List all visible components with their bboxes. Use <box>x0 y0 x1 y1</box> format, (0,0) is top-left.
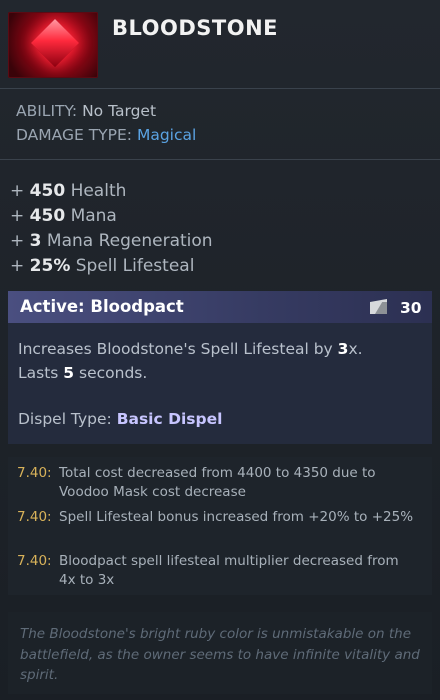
ability-line: ABILITY: No Target <box>16 99 196 123</box>
bloodstone-gem-icon <box>8 12 98 78</box>
patch-note-text: Bloodpact spell lifesteal multiplier dec… <box>59 553 399 588</box>
stat-label: Health <box>70 181 127 201</box>
desc-text: Increases Bloodstone's Spell Lifesteal b… <box>18 340 338 358</box>
stat-row: + 25% Spell Lifesteal <box>10 254 213 279</box>
patch-version: 7.40: <box>17 553 52 569</box>
active-ability-description: Increases Bloodstone's Spell Lifesteal b… <box>18 337 422 385</box>
patch-note: 7.40: Total cost decreased from 4400 to 4… <box>17 464 419 501</box>
divider <box>0 159 440 160</box>
stat-row: + 450 Health <box>10 179 213 204</box>
stat-value: 450 <box>29 181 66 201</box>
item-name: BLOODSTONE <box>112 16 278 40</box>
cooldown-icon <box>370 299 387 314</box>
active-ability-title: Active: Bloodpact <box>20 297 184 316</box>
stat-value: 25% <box>29 256 71 276</box>
active-ability-panel: Active: Bloodpact 30 Increases Bloodston… <box>8 291 432 444</box>
divider <box>0 88 440 89</box>
lore-panel: The Bloodstone's bright ruby color is un… <box>8 612 432 694</box>
stat-prefix: + <box>10 231 25 251</box>
stat-row: + 3 Mana Regeneration <box>10 229 213 254</box>
stats-list: + 450 Health + 450 Mana + 3 Mana Regener… <box>10 179 213 279</box>
gem-shape <box>30 18 80 68</box>
tooltip-header: BLOODSTONE <box>0 0 440 88</box>
patch-version: 7.40: <box>17 509 52 525</box>
desc-text: x. <box>348 340 363 358</box>
damage-type-value: Magical <box>136 126 197 144</box>
duration-value: 5 <box>63 364 75 382</box>
desc-multiplier: 3 <box>337 340 349 358</box>
stat-value: 3 <box>29 231 42 251</box>
lore-text: The Bloodstone's bright ruby color is un… <box>20 626 420 683</box>
ability-value: No Target <box>82 102 157 120</box>
stat-prefix: + <box>10 256 25 276</box>
patch-version: 7.40: <box>17 465 52 481</box>
damage-type-line: DAMAGE TYPE: Magical <box>16 123 196 147</box>
description-line: Increases Bloodstone's Spell Lifesteal b… <box>18 337 422 361</box>
dispel-type-line: Dispel Type: Basic Dispel <box>18 410 222 428</box>
patch-note-text: Spell Lifesteal bonus increased from +20… <box>59 509 414 525</box>
duration-line: Lasts 5 seconds. <box>18 361 422 385</box>
stat-value: 450 <box>29 206 66 226</box>
ability-label: ABILITY: <box>16 102 78 120</box>
duration-text: Lasts <box>18 364 64 382</box>
ability-meta: ABILITY: No Target DAMAGE TYPE: Magical <box>16 99 196 147</box>
patch-note: 7.40: Spell Lifesteal bonus increased fro… <box>17 508 419 527</box>
active-ability-header: Active: Bloodpact 30 <box>8 291 432 323</box>
patch-note-text: Total cost decreased from 4400 to 4350 d… <box>59 465 376 500</box>
patch-note: 7.40: Bloodpact spell lifesteal multiplie… <box>17 552 419 589</box>
stat-prefix: + <box>10 181 25 201</box>
patch-notes: 7.40: Total cost decreased from 4400 to 4… <box>8 457 432 595</box>
item-tooltip: BLOODSTONE ABILITY: No Target DAMAGE TYP… <box>0 0 440 700</box>
dispel-type-label: Dispel Type: <box>18 410 117 428</box>
cooldown-value: 30 <box>400 299 422 317</box>
stat-label: Spell Lifesteal <box>75 256 195 276</box>
stat-row: + 450 Mana <box>10 204 213 229</box>
stat-label: Mana <box>70 206 117 226</box>
stat-label: Mana Regeneration <box>46 231 213 251</box>
stat-prefix: + <box>10 206 25 226</box>
duration-text: seconds. <box>74 364 148 382</box>
damage-type-label: DAMAGE TYPE: <box>16 126 133 144</box>
dispel-type-value: Basic Dispel <box>116 410 223 428</box>
